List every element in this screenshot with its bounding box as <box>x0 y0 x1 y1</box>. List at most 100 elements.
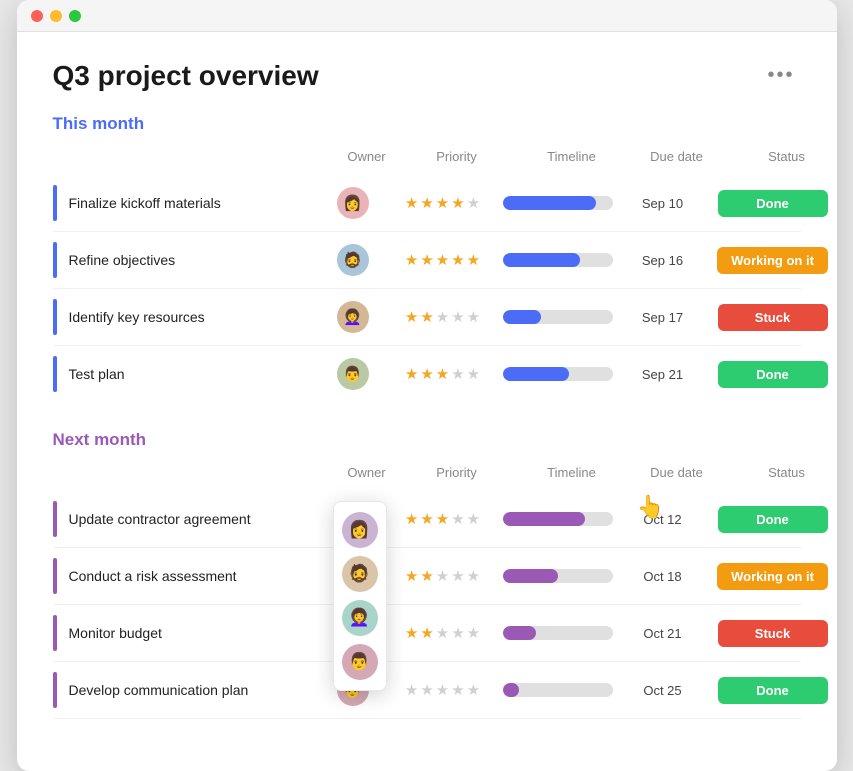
star-4: ★ <box>451 308 464 326</box>
star-5: ★ <box>467 365 480 383</box>
task-label: Update contractor agreement <box>69 511 251 527</box>
owner-cell[interactable]: 👩‍🦱 <box>313 301 393 333</box>
star-4: ★ <box>451 194 464 212</box>
timeline-bar <box>503 512 613 526</box>
timeline-fill <box>503 626 536 640</box>
this-month-rows: Finalize kickoff materials 👩 ★★★★★ Sep 1… <box>53 175 801 402</box>
star-5: ★ <box>467 194 480 212</box>
priority-cell: ★★★★★ <box>393 510 493 528</box>
avatar[interactable]: 👩‍🦱 <box>337 301 369 333</box>
col-timeline-header: Timeline <box>507 149 637 164</box>
status-cell: Stuck <box>703 304 837 331</box>
owner-cell[interactable]: 🧔 <box>313 244 393 276</box>
timeline-cell <box>493 683 623 697</box>
due-date: Oct 21 <box>623 626 703 641</box>
due-date: Sep 16 <box>623 253 703 268</box>
star-2: ★ <box>420 567 433 585</box>
status-cell: Done <box>703 361 837 388</box>
task-border <box>53 615 57 651</box>
table-row: Monitor budget 👩‍🦱 ★★★★★ Oct 21 Stuck <box>53 605 801 662</box>
star-2: ★ <box>420 510 433 528</box>
popup-avatar-3[interactable]: 👩‍🦱 <box>342 600 378 636</box>
star-3: ★ <box>436 510 449 528</box>
star-2: ★ <box>420 194 433 212</box>
star-4: ★ <box>451 365 464 383</box>
star-1: ★ <box>405 308 418 326</box>
star-1: ★ <box>405 365 418 383</box>
star-2: ★ <box>420 308 433 326</box>
star-3: ★ <box>436 567 449 585</box>
task-label: Conduct a risk assessment <box>69 568 237 584</box>
avatar[interactable]: 👨 <box>337 358 369 390</box>
star-2: ★ <box>420 365 433 383</box>
star-3: ★ <box>436 624 449 642</box>
task-border <box>53 242 57 278</box>
task-name: Refine objectives <box>53 242 313 278</box>
task-border <box>53 356 57 392</box>
star-4: ★ <box>451 681 464 699</box>
star-3: ★ <box>436 308 449 326</box>
star-4: ★ <box>451 251 464 269</box>
star-1: ★ <box>405 681 418 699</box>
timeline-fill <box>503 196 597 210</box>
star-5: ★ <box>467 567 480 585</box>
status-badge: Stuck <box>718 620 828 647</box>
owner-popup[interactable]: 👩 🧔 👩‍🦱 👨 👆 <box>333 501 387 691</box>
status-cell: Done <box>703 677 837 704</box>
star-3: ★ <box>436 365 449 383</box>
this-month-header: Owner Priority Timeline Due date Status … <box>53 144 801 175</box>
star-3: ★ <box>436 681 449 699</box>
minimize-dot[interactable] <box>50 10 62 22</box>
due-date: Sep 21 <box>623 367 703 382</box>
status-badge: Done <box>718 190 828 217</box>
status-badge: Stuck <box>718 304 828 331</box>
expand-dot[interactable] <box>69 10 81 22</box>
timeline-bar <box>503 367 613 381</box>
task-border <box>53 299 57 335</box>
star-5: ★ <box>467 681 480 699</box>
table-row: Conduct a risk assessment 🧔 ★★★★★ Oct 18… <box>53 548 801 605</box>
this-month-section: This month Owner Priority Timeline Due d… <box>53 114 801 402</box>
table-row: Develop communication plan 👨 ★★★★★ Oct 2… <box>53 662 801 719</box>
col-owner-header: Owner <box>327 149 407 164</box>
close-dot[interactable] <box>31 10 43 22</box>
star-3: ★ <box>436 194 449 212</box>
timeline-cell <box>493 367 623 381</box>
col-timeline-header-nm: Timeline <box>507 465 637 480</box>
timeline-fill <box>503 683 520 697</box>
star-1: ★ <box>405 194 418 212</box>
status-cell: Working on it <box>703 563 837 590</box>
timeline-fill <box>503 253 580 267</box>
col-status-header-nm: Status <box>717 465 837 480</box>
status-cell: Stuck <box>703 620 837 647</box>
col-priority-header-nm: Priority <box>407 465 507 480</box>
timeline-bar <box>503 310 613 324</box>
popup-avatar-1[interactable]: 👩 <box>342 512 378 548</box>
task-label: Develop communication plan <box>69 682 249 698</box>
star-1: ★ <box>405 567 418 585</box>
task-label: Identify key resources <box>69 309 205 325</box>
star-5: ★ <box>467 308 480 326</box>
timeline-fill <box>503 367 569 381</box>
task-border <box>53 672 57 708</box>
star-4: ★ <box>451 510 464 528</box>
due-date: Oct 18 <box>623 569 703 584</box>
timeline-fill <box>503 512 586 526</box>
popup-avatar-2[interactable]: 🧔 <box>342 556 378 592</box>
more-button[interactable]: ••• <box>761 60 800 91</box>
status-badge: Done <box>718 677 828 704</box>
priority-cell: ★★★★★ <box>393 567 493 585</box>
status-badge: Working on it <box>717 563 828 590</box>
owner-cell[interactable]: 👩 <box>313 187 393 219</box>
avatar[interactable]: 👩 <box>337 187 369 219</box>
owner-cell[interactable]: 👨 <box>313 358 393 390</box>
avatar[interactable]: 🧔 <box>337 244 369 276</box>
task-name: Identify key resources <box>53 299 313 335</box>
status-cell: Working on it <box>703 247 837 274</box>
task-label: Monitor budget <box>69 625 162 641</box>
popup-avatar-4[interactable]: 👨 <box>342 644 378 680</box>
star-1: ★ <box>405 510 418 528</box>
table-row: Test plan 👨 ★★★★★ Sep 21 Done <box>53 346 801 402</box>
timeline-fill <box>503 569 558 583</box>
next-month-title: Next month <box>53 430 801 450</box>
